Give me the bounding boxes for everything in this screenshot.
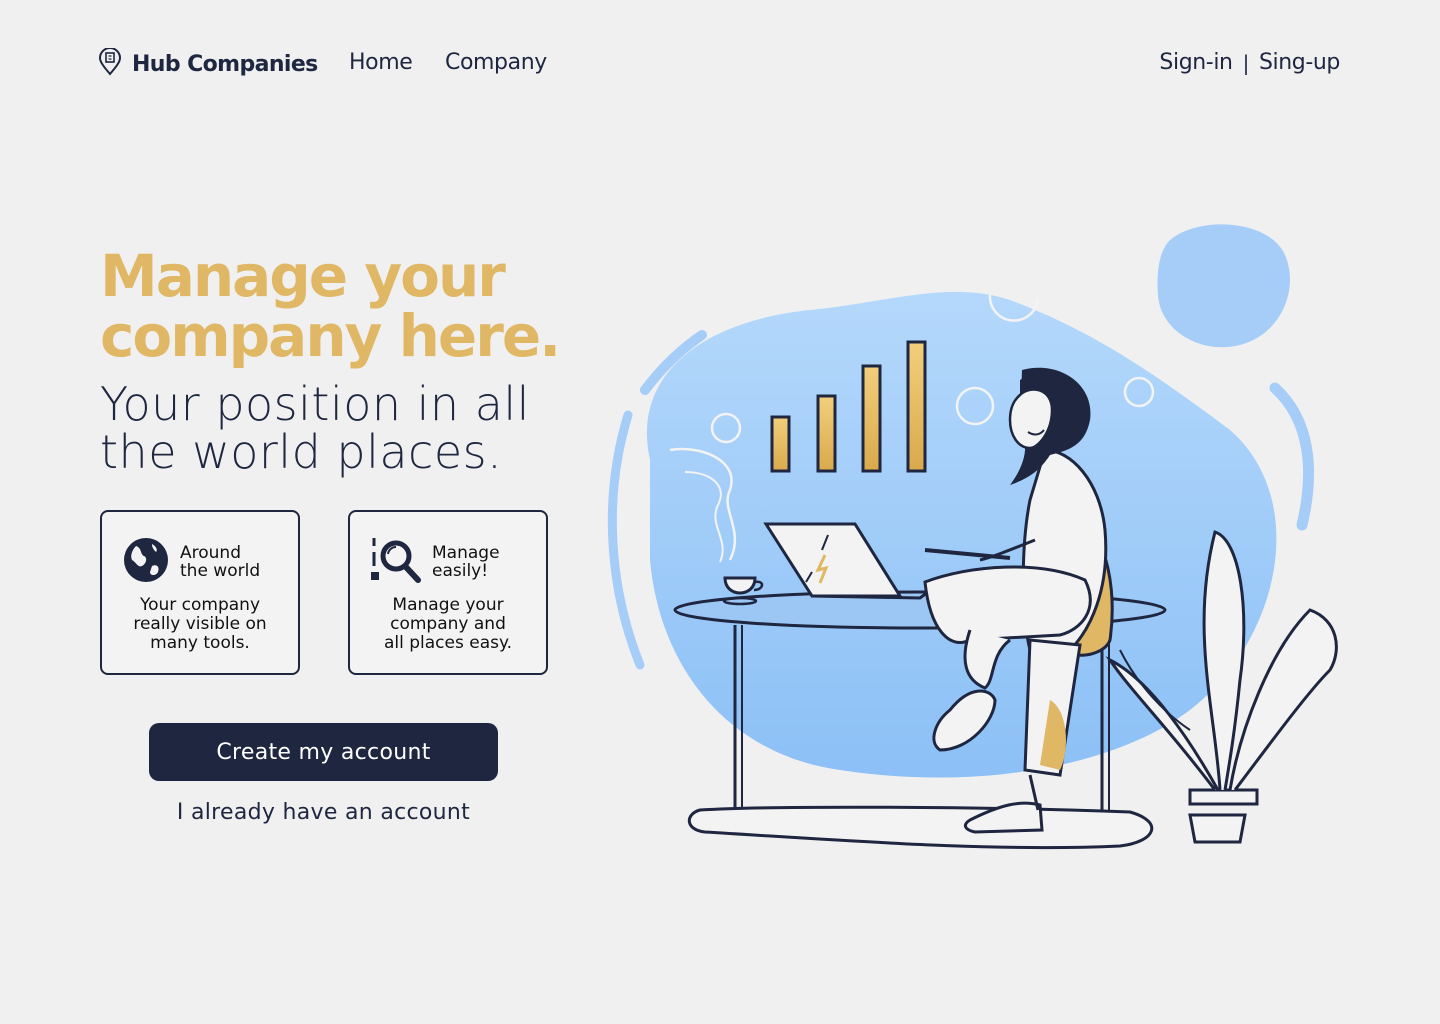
top-nav: Hub Companies Home Company Sign-in | Sin… (0, 0, 1440, 130)
hero-headline-line: Manage your (100, 242, 506, 310)
feature-title-line: easily! (432, 561, 489, 581)
hero-headline: Manage your company here. (100, 242, 561, 370)
feature-card-header: Manage easily! (370, 536, 500, 588)
feature-card-title: Manage easily! (432, 544, 500, 580)
small-blob (1157, 224, 1290, 348)
location-pin-icon (98, 47, 122, 80)
sign-in-link[interactable]: Sign-in (1159, 50, 1233, 75)
feature-body-line: company and (390, 614, 506, 634)
auth-links: Sign-in | Sing-up (1159, 50, 1340, 75)
auth-separator: | (1242, 50, 1250, 75)
feature-title-line: Around (180, 543, 241, 563)
brand[interactable]: Hub Companies (98, 47, 318, 80)
hero-headline-line: company here. (100, 302, 561, 370)
brand-name: Hub Companies (132, 51, 318, 77)
feature-card-manage-easily: Manage easily! Manage your company and a… (348, 510, 548, 675)
nav-home-link[interactable]: Home (349, 50, 413, 75)
feature-title-line: Manage (432, 543, 500, 563)
feature-card-header: Around the world (122, 536, 260, 588)
create-account-button[interactable]: Create my account (149, 723, 498, 781)
feature-card-around-world: Around the world Your company really vis… (100, 510, 300, 675)
sign-up-link[interactable]: Sing-up (1259, 50, 1340, 75)
feature-body-line: Manage your (392, 595, 504, 615)
hero-subheadline: Your position in all the world places. (100, 380, 530, 476)
hero-subheadline-line: Your position in all (100, 377, 530, 431)
feature-body-line: really visible on (133, 614, 267, 634)
feature-body-line: Your company (139, 595, 261, 615)
feature-card-body: Your company really visible on many tool… (102, 596, 298, 653)
feature-card-body: Manage your company and all places easy. (350, 596, 546, 653)
feature-body-line: many tools. (150, 633, 250, 653)
feature-title-line: the world (180, 561, 261, 581)
globe-icon (122, 536, 170, 588)
feature-card-title: Around the world (180, 544, 260, 580)
magnifier-icon (370, 536, 422, 588)
existing-account-link[interactable]: I already have an account (149, 800, 498, 825)
feature-body-line: all places easy. (383, 633, 513, 653)
hero-subheadline-line: the world places. (100, 425, 503, 479)
nav-company-link[interactable]: Company (445, 50, 547, 75)
hero-illustration (590, 210, 1350, 860)
